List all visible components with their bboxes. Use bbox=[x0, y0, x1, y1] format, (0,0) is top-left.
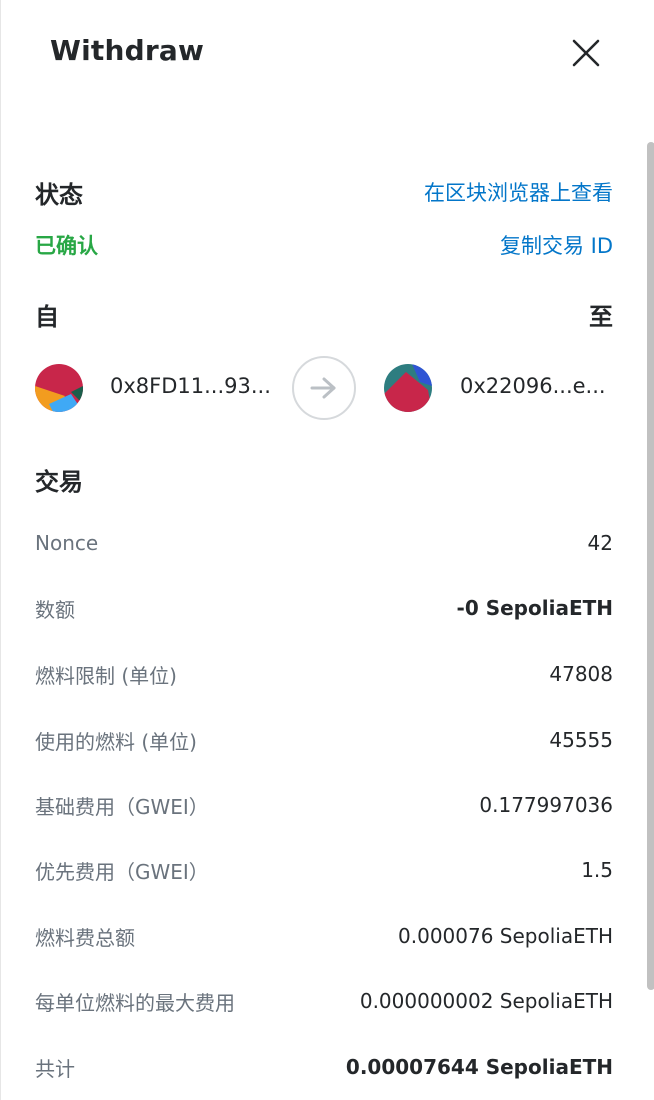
detail-label: 共计 bbox=[35, 1056, 75, 1081]
detail-row-base-fee: 基础费用（GWEI） 0.177997036 bbox=[35, 785, 613, 825]
detail-row-gas-limit: 燃料限制 (单位) 47808 bbox=[35, 654, 613, 694]
page-title: Withdraw bbox=[50, 34, 205, 67]
jazzicon-avatar bbox=[35, 364, 83, 412]
detail-row-priority-fee: 优先费用（GWEI） 1.5 bbox=[35, 850, 613, 890]
detail-row-amount: 数额 -0 SepoliaETH bbox=[35, 588, 613, 628]
status-label: 状态 bbox=[35, 180, 83, 209]
from-label: 自 bbox=[35, 302, 59, 331]
detail-value: 45555 bbox=[549, 728, 613, 752]
detail-row-total: 共计 0.00007644 SepoliaETH bbox=[35, 1047, 613, 1087]
close-icon bbox=[572, 39, 600, 67]
detail-label: 优先费用（GWEI） bbox=[35, 859, 209, 884]
detail-value: 0.000000002 SepoliaETH bbox=[359, 989, 613, 1013]
scrollbar[interactable] bbox=[647, 142, 654, 990]
detail-label: 每单位燃料的最大费用 bbox=[35, 990, 235, 1015]
detail-value: 47808 bbox=[549, 662, 613, 686]
detail-label: 数额 bbox=[35, 597, 75, 622]
detail-label: 使用的燃料 (单位) bbox=[35, 729, 197, 754]
view-on-explorer-link[interactable]: 在区块浏览器上查看 bbox=[424, 177, 613, 207]
address-row: 0x8FD11...93... 0x22096...e... bbox=[35, 354, 613, 420]
detail-value: 1.5 bbox=[581, 858, 613, 882]
arrow-right-icon bbox=[310, 377, 336, 399]
close-button[interactable] bbox=[567, 34, 605, 72]
from-address[interactable]: 0x8FD11...93... bbox=[110, 374, 271, 398]
modal-header: Withdraw bbox=[1, 0, 654, 110]
copy-transaction-id-link[interactable]: 复制交易 ID bbox=[500, 230, 613, 260]
transaction-heading: 交易 bbox=[35, 468, 83, 496]
detail-label: 燃料费总额 bbox=[35, 925, 135, 950]
detail-value: 0.000076 SepoliaETH bbox=[398, 924, 613, 948]
detail-value: 0.177997036 bbox=[479, 793, 613, 817]
detail-row-gas-used: 使用的燃料 (单位) 45555 bbox=[35, 720, 613, 760]
direction-indicator bbox=[292, 356, 356, 420]
detail-value: -0 SepoliaETH bbox=[456, 596, 613, 620]
detail-label: 燃料限制 (单位) bbox=[35, 663, 177, 688]
status-section: 状态 在区块浏览器上查看 bbox=[35, 172, 613, 212]
detail-row-max-fee-per-gas: 每单位燃料的最大费用 0.000000002 SepoliaETH bbox=[35, 981, 613, 1021]
jazzicon-avatar bbox=[384, 364, 432, 412]
detail-row-total-gas-fee: 燃料费总额 0.000076 SepoliaETH bbox=[35, 916, 613, 956]
status-badge: 已确认 bbox=[35, 234, 98, 258]
to-label: 至 bbox=[589, 302, 613, 331]
from-avatar bbox=[35, 364, 83, 412]
detail-row-nonce: Nonce 42 bbox=[35, 523, 613, 563]
to-avatar bbox=[384, 364, 432, 412]
transaction-details-panel: Withdraw 状态 在区块浏览器上查看 已确认 复制交易 ID 自 至 0x… bbox=[0, 0, 654, 1100]
from-to-labels: 自 至 bbox=[35, 294, 613, 334]
status-value-row: 已确认 复制交易 ID bbox=[35, 226, 613, 264]
detail-value: 0.00007644 SepoliaETH bbox=[345, 1055, 613, 1079]
detail-label: 基础费用（GWEI） bbox=[35, 794, 209, 819]
to-address[interactable]: 0x22096...e... bbox=[460, 374, 606, 398]
detail-value: 42 bbox=[587, 531, 613, 555]
detail-label: Nonce bbox=[35, 531, 99, 555]
